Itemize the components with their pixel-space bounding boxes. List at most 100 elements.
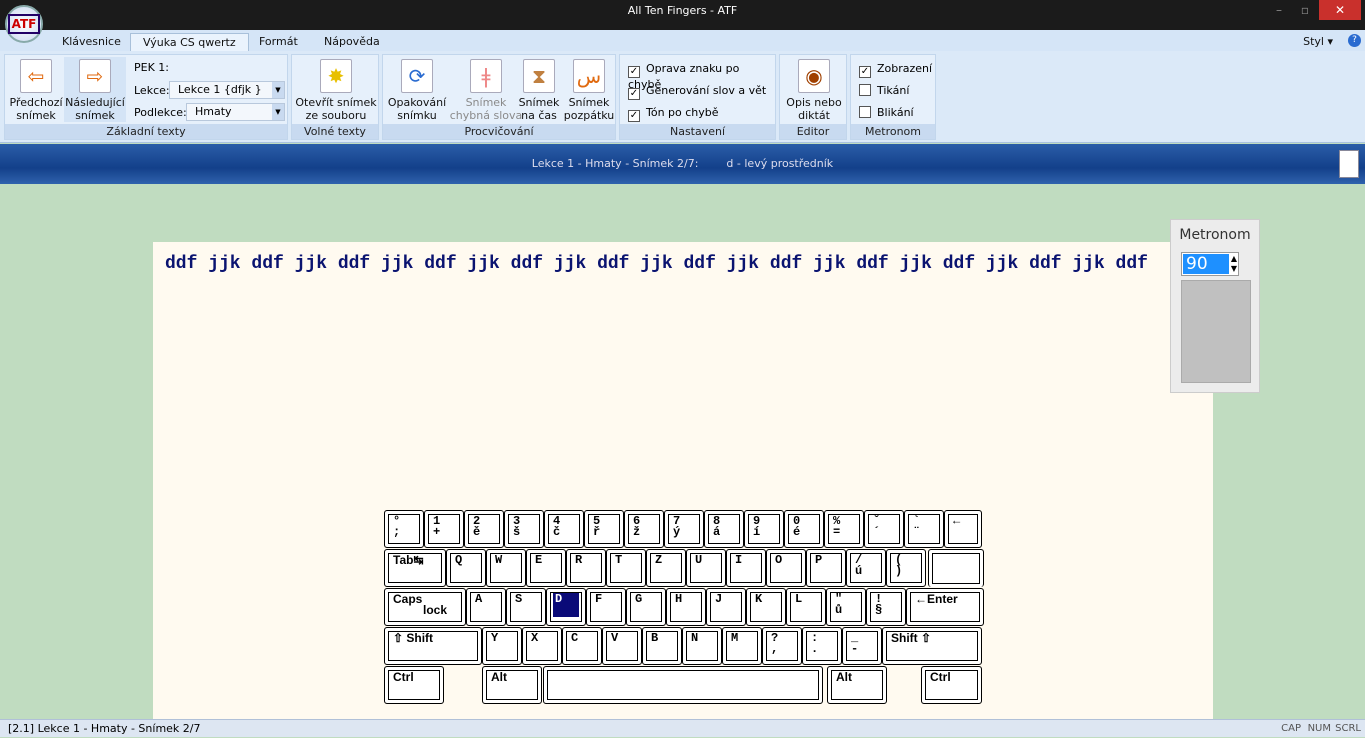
tab-napoveda[interactable]: Nápověda — [312, 33, 392, 51]
key-2[interactable]: 2ě — [464, 510, 504, 548]
checkbox-generovani[interactable]: ✓ Generování slov a vět — [628, 84, 766, 100]
key-sublabel: á — [713, 525, 721, 539]
maximize-button[interactable]: ▫ — [1291, 0, 1319, 20]
key-l[interactable]: L — [786, 588, 826, 626]
key-alt[interactable]: Alt — [482, 666, 542, 704]
key-shift[interactable]: Shift ⇧ — [882, 627, 982, 665]
label: Tikání — [877, 84, 910, 97]
open-slide-button[interactable]: ✸ Otevřít snímek ze souboru — [294, 57, 378, 122]
timed-slide-button[interactable]: ⧗ Snímek na čas — [517, 57, 561, 122]
key-z[interactable]: Z — [646, 549, 686, 587]
key-sublabel: ý — [673, 525, 681, 539]
checkbox-ton[interactable]: ✓ Tón po chybě — [628, 106, 719, 122]
key-t[interactable]: T — [606, 549, 646, 587]
key-[interactable]: % = — [824, 510, 864, 548]
key-q[interactable]: Q — [446, 549, 486, 587]
key-5[interactable]: 5ř — [584, 510, 624, 548]
key-label: Ctrl — [930, 670, 951, 684]
help-icon[interactable]: ? — [1348, 34, 1361, 47]
key-[interactable]: ˇ ´ — [864, 510, 904, 548]
key-a[interactable]: A — [466, 588, 506, 626]
key-v[interactable]: V — [602, 627, 642, 665]
key-tab[interactable]: Tab↹ — [384, 549, 446, 587]
key-[interactable]: ` ¨ — [904, 510, 944, 548]
key-o[interactable]: O — [766, 549, 806, 587]
key-3[interactable]: 3š — [504, 510, 544, 548]
style-menu[interactable]: Styl ▾ — [1291, 33, 1345, 51]
key-f[interactable]: F — [586, 588, 626, 626]
dictation-button[interactable]: ◉ Opis nebo diktát — [782, 57, 846, 122]
reverse-slide-button[interactable]: س Snímek pozpátku — [563, 57, 615, 122]
key-8[interactable]: 8á — [704, 510, 744, 548]
previous-slide-button[interactable]: ⇦ Předchozí snímek — [8, 57, 64, 122]
next-slide-button[interactable]: ⇨ Následující snímek — [64, 57, 126, 122]
checkbox-tikani[interactable]: Tikání — [859, 84, 909, 98]
key-e[interactable]: E — [526, 549, 566, 587]
tab-format[interactable]: Formát — [247, 33, 310, 51]
repeat-slide-button[interactable]: ⟳ Opakování snímku — [385, 57, 449, 122]
minimize-button[interactable]: – — [1265, 0, 1293, 20]
close-button[interactable]: ✕ — [1319, 0, 1361, 20]
key-c[interactable]: C — [562, 627, 602, 665]
key-b[interactable]: B — [642, 627, 682, 665]
key-alt[interactable]: Alt — [827, 666, 887, 704]
metronome-panel: Metronom 90 ▲ ▼ — [1170, 219, 1260, 393]
key-j[interactable]: J — [706, 588, 746, 626]
key-enter-top[interactable] — [928, 549, 984, 587]
key-y[interactable]: Y — [482, 627, 522, 665]
key-enter[interactable]: ←Enter — [906, 588, 984, 626]
key-[interactable]: _ - — [842, 627, 882, 665]
key-[interactable]: °; — [384, 510, 424, 548]
key-sublabel: , — [771, 642, 779, 656]
key-r[interactable]: R — [566, 549, 606, 587]
key-d[interactable]: D — [546, 588, 586, 626]
key-i[interactable]: I — [726, 549, 766, 587]
key-[interactable]: ! § — [866, 588, 906, 626]
key-6[interactable]: 6ž — [624, 510, 664, 548]
tempo-spinner[interactable]: 90 ▲ ▼ — [1181, 252, 1239, 276]
key-0[interactable]: 0é — [784, 510, 824, 548]
key-[interactable]: / ú — [846, 549, 886, 587]
key-[interactable]: " ů — [826, 588, 866, 626]
key-sublabel: ž — [633, 525, 641, 539]
checkbox-blikani[interactable]: Blikání — [859, 106, 914, 120]
key-s[interactable]: S — [506, 588, 546, 626]
key-p[interactable]: P — [806, 549, 846, 587]
label: Opis nebo — [786, 96, 842, 109]
key-4[interactable]: 4č — [544, 510, 584, 548]
key-h[interactable]: H — [666, 588, 706, 626]
lekce-select[interactable]: Lekce 1 {dfjk } ▼ — [169, 81, 285, 99]
key-w[interactable]: W — [486, 549, 526, 587]
key-ctrl[interactable]: Ctrl — [384, 666, 444, 704]
key-n[interactable]: N — [682, 627, 722, 665]
podlekce-select[interactable]: Hmaty ▼ — [186, 103, 285, 121]
key-shift[interactable]: ⇧ Shift — [384, 627, 482, 665]
group-nastaveni: ✓ Oprava znaku po chybě ✓ Generování slov … — [619, 54, 776, 140]
key-[interactable]: :. — [802, 627, 842, 665]
key-[interactable]: () — [886, 549, 926, 587]
key-g[interactable]: G — [626, 588, 666, 626]
key-7[interactable]: 7ý — [664, 510, 704, 548]
key-[interactable]: ?, — [762, 627, 802, 665]
key-k[interactable]: K — [746, 588, 786, 626]
key-9[interactable]: 9í — [744, 510, 784, 548]
wrong-words-button[interactable]: ǂ Snímek chybná slova — [449, 57, 523, 122]
key-sublabel: ; — [393, 525, 401, 539]
tab-klavesnice[interactable]: Klávesnice — [50, 33, 133, 51]
tab-vyuka[interactable]: Výuka CS qwertz — [130, 33, 249, 51]
key-caps[interactable]: Caps lock — [384, 588, 466, 626]
label: snímek — [75, 109, 115, 122]
key-x[interactable]: X — [522, 627, 562, 665]
app-logo[interactable]: ATF — [5, 5, 43, 43]
key-1[interactable]: 1 + — [424, 510, 464, 548]
key-u[interactable]: U — [686, 549, 726, 587]
key-space[interactable] — [543, 666, 823, 704]
num-indicator: NUM — [1307, 723, 1331, 734]
chevron-down-icon[interactable]: ▼ — [1231, 264, 1237, 273]
key-[interactable]: ← — [944, 510, 982, 548]
checkbox-zobrazeni[interactable]: ✓ Zobrazení — [859, 62, 932, 78]
chevron-up-icon[interactable]: ▲ — [1231, 254, 1237, 263]
key-ctrl[interactable]: Ctrl — [921, 666, 982, 704]
key-m[interactable]: M — [722, 627, 762, 665]
document-icon[interactable] — [1339, 150, 1359, 178]
